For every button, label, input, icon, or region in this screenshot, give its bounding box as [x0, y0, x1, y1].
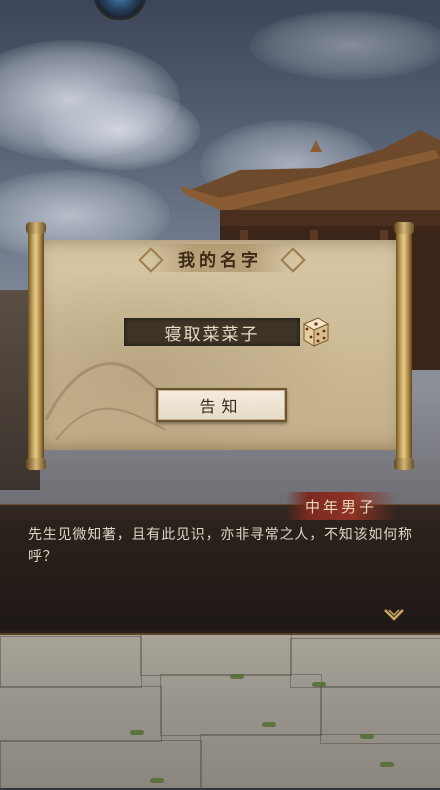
chevron-down-icon[interactable] — [382, 606, 406, 624]
speaker-name-tag: 中年男子 — [286, 492, 396, 520]
speaker-name: 中年男子 — [304, 497, 377, 516]
panel-title: 我的名字 — [178, 250, 262, 271]
name-value[interactable]: 寝取菜菜子 — [165, 320, 260, 345]
confirm-button-label: 告知 — [199, 397, 244, 416]
stone-courtyard — [0, 630, 440, 790]
dialog-text: 先生见微知著，且有此见识，亦非寻常之人，不知该如何称呼？ — [28, 527, 413, 565]
name-input[interactable]: 寝取菜菜子 — [124, 318, 300, 346]
confirm-name-button[interactable]: 告知 — [156, 388, 287, 422]
panel-title-bar: 我的名字 — [150, 244, 290, 272]
scroll-rod-right — [394, 222, 414, 470]
dice-icon[interactable] — [300, 316, 330, 348]
scroll-rod-left — [26, 222, 46, 470]
